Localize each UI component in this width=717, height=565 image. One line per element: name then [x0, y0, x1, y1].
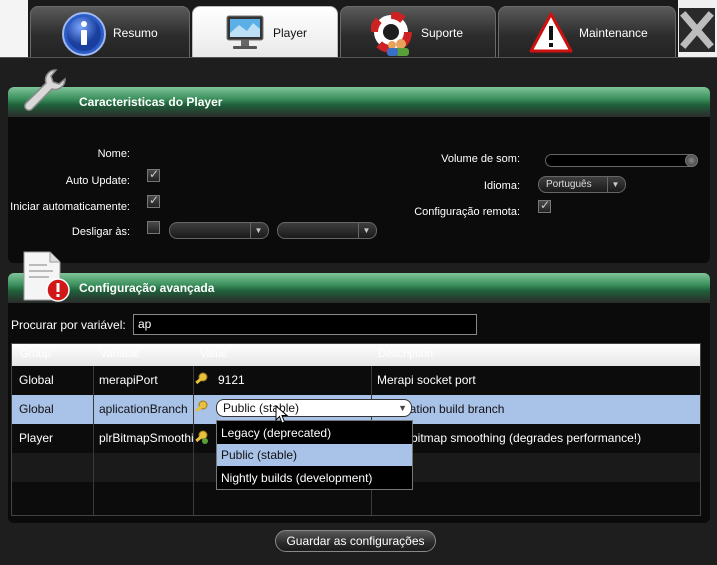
volume-slider[interactable] [545, 154, 698, 167]
cell-group: Global [19, 402, 54, 416]
application-branch-select[interactable]: Public (stable) ▼ [216, 399, 412, 417]
column-header-variable[interactable]: Variable [100, 348, 140, 360]
key-icon [195, 372, 208, 385]
dropdown-option-public[interactable]: Public (stable) [217, 444, 412, 466]
table-row[interactable]: Global merapiPort 9121 Merapi socket por… [12, 366, 700, 395]
desligar-label: Desligar às: [71, 226, 130, 238]
info-icon [62, 12, 106, 56]
idioma-value: Português [546, 179, 592, 190]
desligar-minute-select[interactable]: ▼ [277, 222, 377, 239]
key-icon [195, 430, 208, 444]
idioma-select[interactable]: Português ▼ [538, 176, 626, 193]
auto-update-checkbox[interactable]: ✓ [147, 167, 160, 182]
cell-value[interactable]: 9121 [218, 373, 368, 387]
cell-description: Force bitmap smoothing (degrades perform… [377, 431, 642, 445]
cell-group: Player [19, 431, 54, 445]
auto-update-label: Auto Update: [65, 175, 130, 187]
cell-variable: merapiPort [99, 373, 158, 387]
table-header: Group Variable Value Description [12, 344, 700, 366]
tab-resumo[interactable]: Resumo [30, 6, 190, 58]
chevron-down-icon: ▼ [398, 403, 407, 413]
tab-resumo-label: Resumo [113, 25, 158, 40]
search-variable-label: Procurar por variável: [11, 318, 126, 332]
column-header-group[interactable]: Group [20, 348, 51, 360]
iniciar-automaticamente-label: Iniciar automaticamente: [10, 201, 130, 213]
dropdown-option-nightly[interactable]: Nightly builds (development) [217, 467, 412, 489]
configuracao-remota-label: Configuração remota: [414, 206, 520, 218]
cell-description: Merapi socket port [377, 373, 476, 387]
volume-label: Volume de som: [441, 153, 520, 165]
column-header-value[interactable]: Value [200, 348, 227, 360]
desligar-hour-select[interactable]: ▼ [169, 222, 269, 239]
application-branch-dropdown: Legacy (deprecated) Public (stable) Nigh… [216, 420, 413, 490]
tab-maintenance[interactable]: Maintenance [498, 6, 676, 58]
search-variable-input[interactable]: ap [133, 314, 477, 335]
chevron-down-icon: ▼ [607, 177, 623, 192]
tab-suporte-label: Suporte [421, 25, 464, 40]
tab-player[interactable]: Player [192, 6, 338, 59]
advanced-section-title: Configuração avançada [8, 273, 710, 303]
cell-group: Global [19, 373, 54, 387]
lifebuoy-icon [371, 12, 412, 56]
save-settings-button[interactable]: Guardar as configurações [275, 530, 436, 552]
column-header-description[interactable]: Description [378, 348, 433, 360]
cell-variable: aplicationBranch [99, 402, 188, 416]
warning-icon [529, 12, 573, 53]
desligar-checkbox[interactable] [147, 221, 160, 234]
tab-bar: Resumo Player Suporte Maintenance [28, 0, 678, 59]
document-error-icon [23, 251, 70, 302]
chevron-down-icon: ▼ [250, 223, 266, 238]
iniciar-automaticamente-checkbox[interactable]: ✓ [147, 193, 160, 208]
tab-player-label: Player [273, 26, 308, 40]
dropdown-option-legacy[interactable]: Legacy (deprecated) [217, 422, 412, 444]
mouse-cursor-icon [275, 405, 289, 424]
cell-description: Application build branch [377, 402, 505, 416]
monitor-icon [226, 15, 264, 49]
key-icon [195, 400, 208, 413]
player-section-title: Caracteristicas do Player [8, 87, 710, 117]
configuracao-remota-checkbox[interactable]: ✓ [538, 198, 551, 213]
cell-variable: plrBitmapSmoothing [99, 431, 194, 445]
wrench-icon [24, 69, 66, 111]
nome-label: Nome: [97, 148, 130, 160]
slider-knob[interactable] [685, 154, 698, 167]
chevron-down-icon: ▼ [358, 223, 374, 238]
close-icon[interactable] [679, 8, 715, 52]
tab-maintenance-label: Maintenance [579, 25, 648, 40]
idioma-label: Idioma: [483, 180, 520, 192]
tab-suporte[interactable]: Suporte [340, 6, 496, 58]
